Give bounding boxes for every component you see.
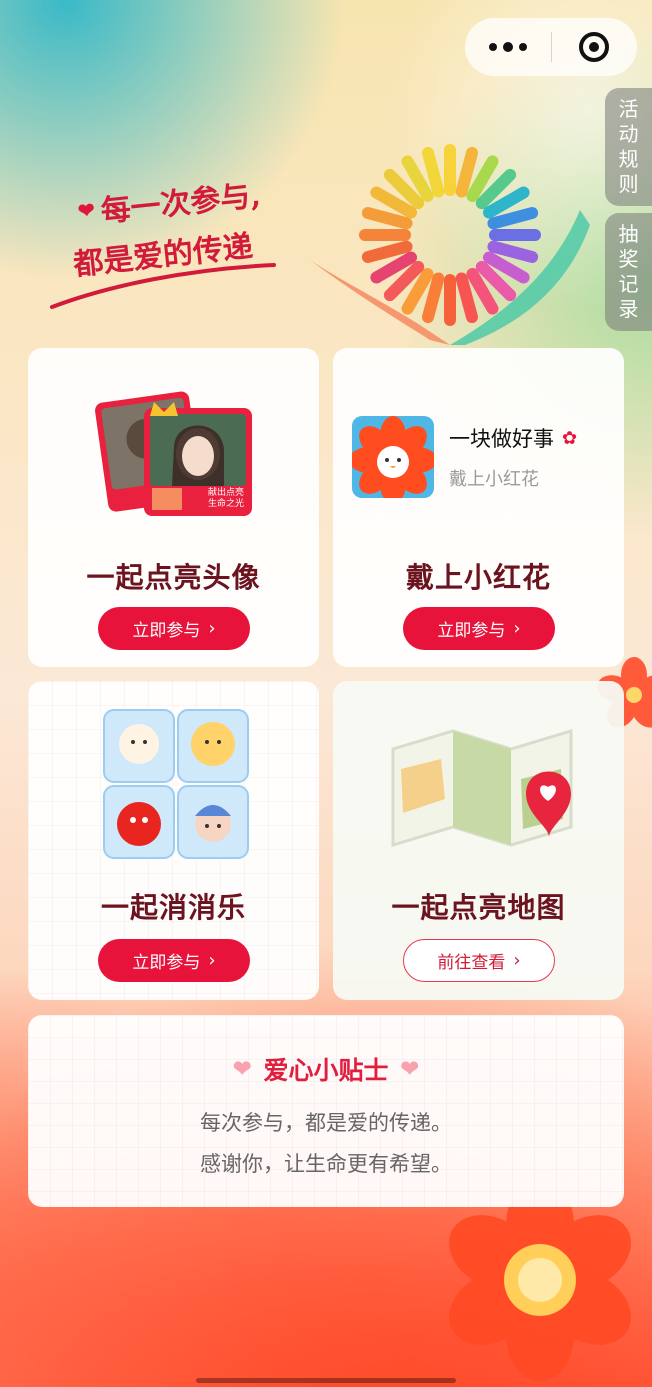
tips-title-text: 爱心小贴士 xyxy=(263,1056,389,1085)
tips-panel: ❤ 爱心小贴士 ❤ 每次参与，都是爱的传递。 感谢你，让生命更有希望。 xyxy=(28,1015,624,1207)
button-label: 立即参与 xyxy=(132,953,201,973)
chevron-right-icon: › xyxy=(513,950,521,971)
tips-title: ❤ 爱心小贴士 ❤ xyxy=(28,1051,624,1087)
profile-name: 一块做好事 xyxy=(449,427,554,451)
tips-line: 感谢你，让生命更有希望。 xyxy=(200,1152,452,1176)
brush-underline-decoration xyxy=(50,263,276,309)
rainbow-sun-hands-logo xyxy=(310,144,590,345)
tab-char: 活 xyxy=(618,97,639,121)
tab-char: 抽 xyxy=(618,222,639,246)
home-indicator xyxy=(196,1378,456,1383)
join-button[interactable]: 立即参与 › xyxy=(403,607,555,650)
heart-icon: ❤ xyxy=(233,1056,252,1082)
card-title: 戴上小红花 xyxy=(405,561,551,594)
frame-caption-line: 生命之光 xyxy=(207,499,244,509)
tab-char: 记 xyxy=(618,272,639,296)
red-flower-icon: ✿ xyxy=(562,427,578,449)
heart-icon: ❤ xyxy=(76,197,96,224)
lottery-records-tab[interactable]: 抽 奖 记 录 xyxy=(605,213,652,331)
map-pin-illustration xyxy=(391,728,573,848)
heart-icon: ❤ xyxy=(400,1056,419,1082)
tab-char: 录 xyxy=(618,297,639,321)
button-label: 立即参与 xyxy=(132,621,201,641)
tab-char: 则 xyxy=(618,172,639,196)
tab-char: 奖 xyxy=(618,247,639,271)
join-button[interactable]: 立即参与 › xyxy=(98,939,250,982)
light-avatar-card[interactable]: 献出点亮 生命之光 一起点亮头像 立即参与 › xyxy=(28,348,319,667)
frame-caption: 献出点亮 生命之光 xyxy=(196,488,256,510)
activity-rules-tab[interactable]: 活 动 规 则 xyxy=(605,88,652,206)
card-title: 一起消消乐 xyxy=(100,891,246,924)
chevron-right-icon: › xyxy=(208,618,216,639)
button-label: 前往查看 xyxy=(437,953,506,973)
tab-char: 规 xyxy=(618,147,639,171)
card-title: 一起点亮头像 xyxy=(86,561,261,594)
more-dots-icon[interactable] xyxy=(465,41,551,52)
wear-red-flower-card[interactable]: 一块做好事 ✿ 戴上小红花 戴上小红花 立即参与 › xyxy=(333,348,624,667)
tips-line: 每次参与，都是爱的传递。 xyxy=(200,1111,452,1135)
light-map-card[interactable]: 一起点亮地图 前往查看 › xyxy=(333,681,624,1000)
view-button[interactable]: 前往查看 › xyxy=(403,939,555,982)
frame-caption-line: 献出点亮 xyxy=(207,488,244,498)
target-close-icon[interactable] xyxy=(552,32,638,62)
card-title: 一起点亮地图 xyxy=(391,891,566,924)
profile-subtitle: 戴上小红花 xyxy=(449,469,539,490)
mini-program-capsule xyxy=(465,18,637,76)
join-button[interactable]: 立即参与 › xyxy=(98,607,250,650)
chevron-right-icon: › xyxy=(513,618,521,639)
match-game-card[interactable]: 一起消消乐 立即参与 › xyxy=(28,681,319,1000)
profile-preview: 一块做好事 ✿ 戴上小红花 xyxy=(352,416,577,498)
button-label: 立即参与 xyxy=(437,621,506,641)
match-game-tiles-illustration xyxy=(103,709,249,859)
chevron-right-icon: › xyxy=(208,950,216,971)
decorative-flower-bottom xyxy=(449,1200,631,1381)
red-flower-avatar xyxy=(352,416,434,498)
tab-char: 动 xyxy=(618,122,639,146)
